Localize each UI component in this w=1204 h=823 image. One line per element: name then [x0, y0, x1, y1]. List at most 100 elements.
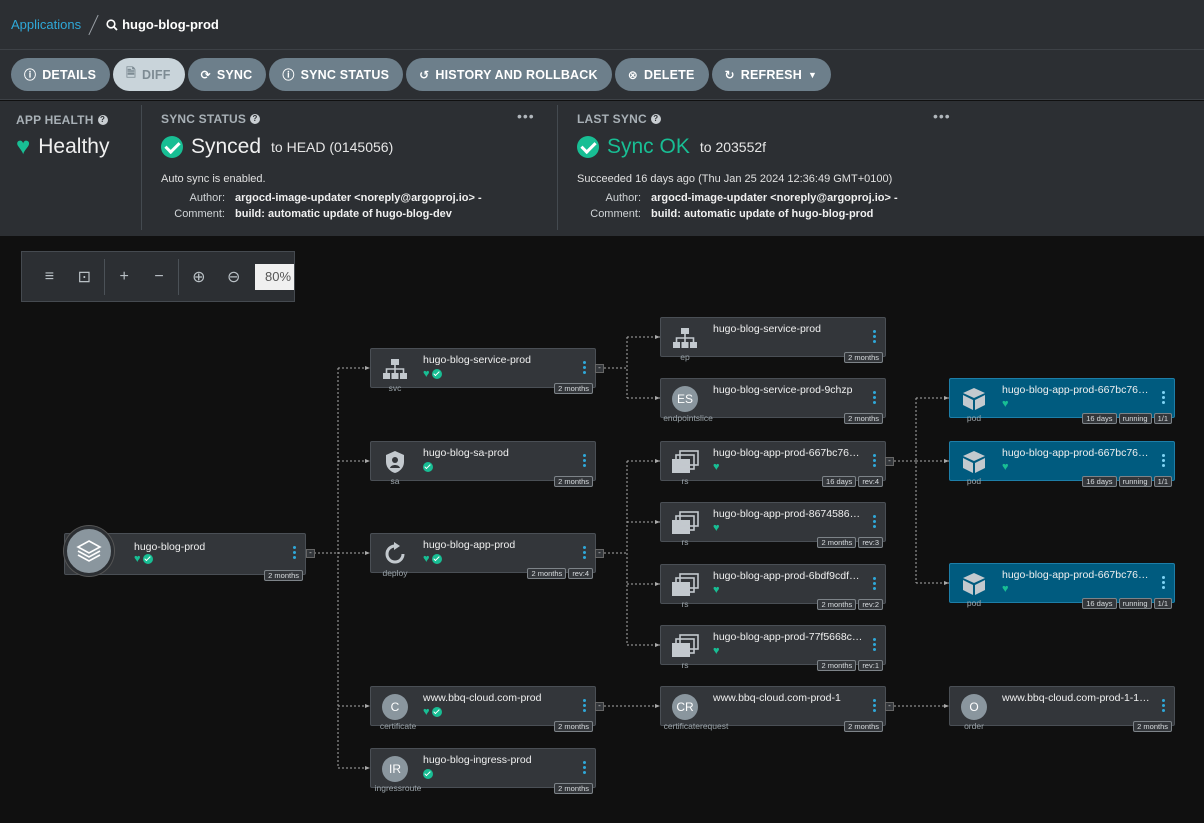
- resource-node-sa[interactable]: sa hugo-blog-sa-prod 2 months: [370, 441, 596, 487]
- node-kind: rs: [681, 537, 689, 547]
- check-circle-icon: [431, 707, 442, 717]
- node-menu-icon[interactable]: [1162, 454, 1166, 467]
- help-icon[interactable]: ?: [650, 114, 661, 124]
- node-menu-icon[interactable]: [1162, 391, 1166, 404]
- history-icon: ↺: [419, 67, 430, 82]
- author-value: argocd-image-updater <noreply@argoproj.i…: [235, 192, 482, 204]
- ready-tag: 1/1: [1153, 598, 1172, 609]
- details-button[interactable]: ⓘ DETAILS: [11, 58, 111, 91]
- zoom-level-input[interactable]: 80%: [255, 263, 295, 290]
- resource-node-rs[interactable]: rs hugo-blog-app-prod-667bc76… ♥ 16 days…: [660, 441, 886, 487]
- deploy-sync-icon: [381, 540, 409, 568]
- layers-icon: [64, 526, 114, 576]
- fit-view-icon[interactable]: ⊡: [67, 267, 102, 287]
- node-menu-icon[interactable]: [873, 577, 877, 590]
- node-menu-icon[interactable]: [583, 761, 587, 774]
- node-status: ♥: [423, 554, 442, 565]
- node-name: hugo-blog-service-prod-9chzp: [713, 384, 853, 396]
- resource-node-ep[interactable]: ep hugo-blog-service-prod 2 months: [660, 317, 886, 363]
- resource-node-rs[interactable]: rs hugo-blog-app-prod-6bdf9cdf… ♥ 2 mont…: [660, 564, 886, 610]
- node-menu-icon[interactable]: [873, 454, 877, 467]
- resource-node-deploy[interactable]: deploy hugo-blog-app-prod ♥ 2 months rev:…: [370, 533, 596, 579]
- help-icon[interactable]: ?: [250, 114, 261, 124]
- node-name: hugo-blog-app-prod-667bc76…: [1002, 447, 1149, 459]
- collapse-toggle[interactable]: -: [595, 702, 604, 711]
- node-name: hugo-blog-app-prod-77f5668c…: [713, 631, 863, 643]
- node-tags: 2 months: [554, 721, 593, 732]
- state-tag: running: [1118, 598, 1152, 609]
- age-tag: 2 months: [817, 537, 857, 548]
- node-tags: 2 months rev:4: [527, 568, 593, 579]
- divider: [178, 258, 180, 295]
- collapse-toggle[interactable]: -: [885, 457, 894, 466]
- more-icon[interactable]: •••: [933, 108, 951, 124]
- revision-tag: rev:3: [858, 537, 883, 548]
- comment-value: build: automatic update of hugo-blog-pro…: [651, 208, 874, 220]
- resource-node-rs[interactable]: rs hugo-blog-app-prod-8674586… ♥ 2 month…: [660, 502, 886, 548]
- more-icon[interactable]: •••: [517, 108, 535, 124]
- node-menu-icon[interactable]: [583, 454, 587, 467]
- resource-node-rs[interactable]: rs hugo-blog-app-prod-77f5668c… ♥ 2 mont…: [660, 625, 886, 671]
- collapse-toggle[interactable]: -: [595, 549, 604, 558]
- history-rollback-button[interactable]: ↺ HISTORY AND ROLLBACK: [406, 58, 612, 91]
- heart-icon: ♥: [423, 706, 430, 718]
- help-icon[interactable]: ?: [97, 115, 108, 125]
- resource-node-ingressroute[interactable]: IR ingressroute hugo-blog-ingress-prod 2…: [370, 748, 596, 794]
- align-left-icon[interactable]: ≡: [32, 268, 67, 286]
- collapse-toggle[interactable]: -: [885, 702, 894, 711]
- sync-button[interactable]: ⟳ SYNC: [187, 58, 267, 91]
- top-bar: Applications hugo-blog-prod: [0, 0, 1204, 50]
- node-menu-icon[interactable]: [873, 330, 877, 343]
- node-menu-icon[interactable]: [583, 546, 587, 559]
- node-name: hugo-blog-prod: [134, 541, 206, 553]
- node-status: ♥: [1002, 399, 1009, 410]
- resource-node-certificate[interactable]: C certificate www.bbq-cloud.com-prod ♥ 2…: [370, 686, 596, 732]
- resource-node-order[interactable]: O order www.bbq-cloud.com-prod-1-1… 2 mo…: [949, 686, 1175, 732]
- resource-node-endpointslice[interactable]: ES endpointslice hugo-blog-service-prod-…: [660, 378, 886, 424]
- collapse-toggle[interactable]: -: [595, 364, 604, 373]
- check-circle-icon: [431, 369, 442, 379]
- age-tag: 2 months: [844, 413, 883, 424]
- resource-node-pod[interactable]: pod hugo-blog-app-prod-667bc76… ♥ 16 day…: [949, 378, 1175, 424]
- resource-node-pod[interactable]: pod hugo-blog-app-prod-667bc76… ♥ 16 day…: [949, 441, 1175, 487]
- age-tag: 2 months: [554, 476, 593, 487]
- collapse-icon[interactable]: −: [142, 268, 177, 286]
- resource-node-svc[interactable]: svc hugo-blog-service-prod ♥ 2 months: [370, 348, 596, 394]
- delete-button[interactable]: ⊗ DELETE: [614, 58, 709, 91]
- resource-node-pod[interactable]: pod hugo-blog-app-prod-667bc76… ♥ 16 day…: [949, 563, 1175, 609]
- node-kind: deploy: [382, 568, 408, 578]
- diff-button[interactable]: 🗎 DIFF: [113, 58, 185, 91]
- certificaterequest-badge-icon: CR: [672, 694, 698, 720]
- expand-icon[interactable]: +: [107, 268, 142, 286]
- node-name: hugo-blog-service-prod: [423, 354, 531, 366]
- certificate-badge-icon: C: [382, 694, 408, 720]
- replicaset-icon: [671, 509, 699, 537]
- divider: [103, 258, 105, 295]
- comment-key: Comment:: [174, 208, 225, 220]
- node-menu-icon[interactable]: [873, 391, 877, 404]
- refresh-button[interactable]: ↻ REFRESH ▼: [711, 58, 832, 91]
- breadcrumb-applications[interactable]: Applications: [11, 17, 81, 32]
- last-sync-author: Author: argocd-image-updater <noreply@arg…: [587, 192, 898, 204]
- resource-node-certificaterequest[interactable]: CR certificaterequest www.bbq-cloud.com-…: [660, 686, 886, 732]
- zoom-in-icon[interactable]: ⊕: [181, 267, 216, 287]
- breadcrumb-current[interactable]: hugo-blog-prod: [106, 17, 219, 32]
- zoom-out-icon[interactable]: ⊖: [216, 267, 251, 287]
- node-menu-icon[interactable]: [583, 699, 587, 712]
- node-menu-icon[interactable]: [293, 546, 296, 559]
- node-name: hugo-blog-app-prod-6bdf9cdf…: [713, 570, 860, 582]
- node-menu-icon[interactable]: [873, 515, 877, 528]
- network-icon: [381, 355, 409, 383]
- node-menu-icon[interactable]: [1162, 576, 1166, 589]
- app-node[interactable]: hugo-blog-prod ♥ 2 months: [64, 526, 306, 581]
- node-name: hugo-blog-app-prod-667bc76…: [713, 447, 860, 459]
- collapse-toggle[interactable]: -: [306, 549, 315, 558]
- node-menu-icon[interactable]: [1162, 699, 1166, 712]
- node-menu-icon[interactable]: [873, 699, 877, 712]
- node-tags: 2 months: [844, 721, 883, 732]
- network-icon: [671, 324, 699, 352]
- sync-status-button[interactable]: ⓘ SYNC STATUS: [269, 58, 404, 91]
- node-menu-icon[interactable]: [583, 361, 587, 374]
- node-menu-icon[interactable]: [873, 638, 877, 651]
- resource-tree-canvas[interactable]: ≡ ⊡ + − ⊕ ⊖ 80% hugo-blog-prod ♥ 2 month…: [0, 236, 1204, 823]
